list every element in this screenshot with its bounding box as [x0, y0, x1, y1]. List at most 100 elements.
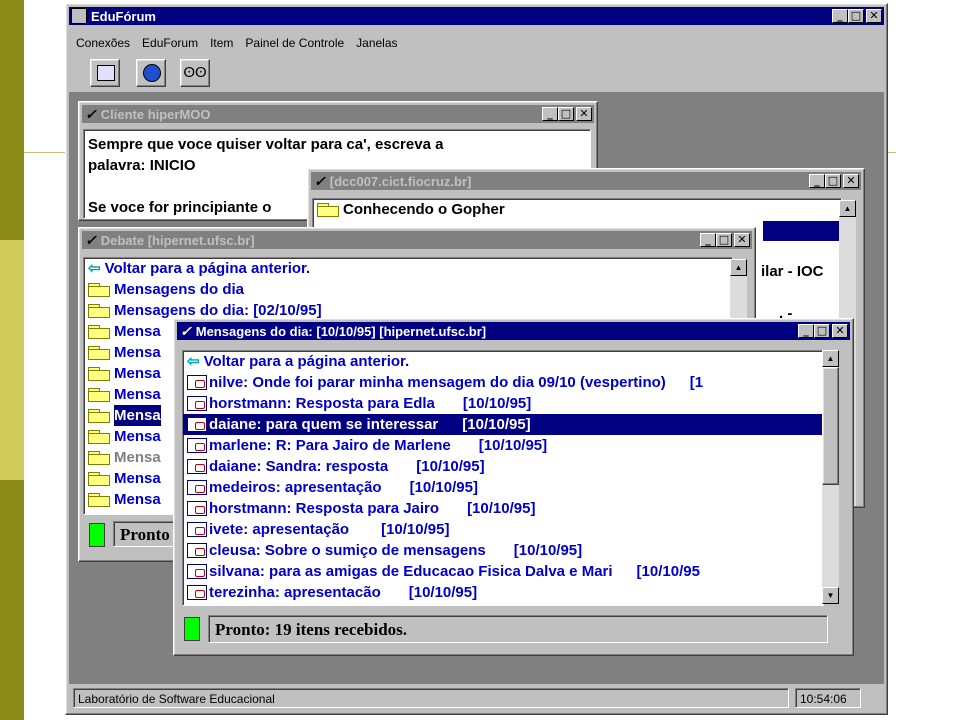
list-item-label: Mensa [114, 386, 161, 403]
message-icon [187, 585, 207, 600]
menu-conexoes[interactable]: Conexões [76, 36, 130, 50]
message-date: [10/10/95] [416, 458, 485, 475]
message-row[interactable]: horstmann: Resposta para Edla [10/10/95] [183, 393, 823, 414]
menu-painel[interactable]: Painel de Controle [245, 36, 344, 50]
maximize-button[interactable]: □ [848, 9, 864, 23]
folder-icon [88, 283, 110, 297]
minimize-button[interactable]: _ [809, 174, 825, 188]
message-text: marlene: R: Para Jairo de Marlene [209, 437, 451, 454]
menu-bar: Conexões EduForum Item Painel de Control… [76, 36, 398, 50]
list-item-label: Mensa [114, 344, 161, 361]
message-row[interactable]: ivete: apresentação [10/10/95] [183, 519, 823, 540]
messages-list[interactable]: ⇦ Voltar para a página anterior. nilve: O… [182, 350, 824, 606]
back-link[interactable]: ⇦ Voltar para a página anterior. [183, 351, 823, 372]
list-item[interactable]: Conhecendo o Gopher [313, 199, 841, 220]
messages-status-text: Pronto: 19 itens recebidos. [208, 615, 828, 643]
check-icon: ✓ [314, 172, 326, 189]
close-button[interactable]: ✕ [734, 233, 750, 247]
network-button[interactable] [90, 59, 120, 87]
scroll-up-button[interactable]: ▲ [839, 200, 856, 217]
close-button[interactable]: ✕ [832, 324, 848, 338]
gopher-titlebar[interactable]: ✓ [dcc007.cict.fiocruz.br] _ □ ✕ [311, 172, 861, 190]
list-item-label: Mensagens do dia [114, 281, 245, 298]
message-date: [10/10/95] [381, 521, 450, 538]
message-icon [187, 375, 207, 390]
scroll-up-button[interactable]: ▲ [730, 259, 747, 276]
moo-line: Sempre que voce quiser voltar para ca', … [88, 136, 444, 153]
network-icon [97, 65, 115, 81]
close-button[interactable]: ✕ [843, 174, 859, 188]
scroll-up-button[interactable]: ▲ [822, 350, 839, 367]
status-indicator [89, 523, 105, 547]
message-date: [10/10/95] [409, 479, 478, 496]
check-icon: ✓ [180, 322, 192, 339]
messages-title: Mensagens do dia: [10/10/95] [hipernet.u… [195, 323, 487, 339]
message-text: silvana: para as amigas de Educacao Fisi… [209, 563, 613, 580]
message-text: horstmann: Resposta para Edla [209, 395, 435, 412]
minimize-button[interactable]: _ [542, 107, 558, 121]
message-text: nilve: Onde foi parar minha mensagem do … [209, 374, 666, 391]
message-row[interactable]: medeiros: apresentação [10/10/95] [183, 477, 823, 498]
minimize-button[interactable]: _ [700, 233, 716, 247]
app-status-clock: 10:54:06 [795, 688, 861, 708]
back-link[interactable]: ⇦ Voltar para a página anterior. [84, 258, 732, 279]
message-icon [187, 522, 207, 537]
list-item-label: Mensa [114, 470, 161, 487]
messages-scrollbar[interactable]: ▲ ▼ [822, 350, 839, 604]
message-row[interactable]: daiane: Sandra: resposta [10/10/95] [183, 456, 823, 477]
list-item-label: Conhecendo o Gopher [343, 201, 505, 218]
back-arrow-icon: ⇦ [187, 353, 200, 370]
message-row[interactable]: silvana: para as amigas de Educacao Fisi… [183, 561, 823, 582]
list-item-label: Mensa [114, 323, 161, 340]
menu-eduforum[interactable]: EduForum [142, 36, 198, 50]
minimize-button[interactable]: _ [798, 324, 814, 338]
maximize-button[interactable]: □ [814, 324, 830, 338]
message-row[interactable]: horstmann: Resposta para Jairo [10/10/95] [183, 498, 823, 519]
glasses-button[interactable]: ʘʘ [180, 59, 210, 87]
message-date: [10/10/95] [408, 584, 478, 601]
maximize-button[interactable]: □ [716, 233, 732, 247]
message-icon [187, 459, 207, 474]
message-text: cleusa: Sobre o sumiço de mensagens [209, 542, 486, 559]
debate-title: Debate [hipernet.ufsc.br] [100, 232, 255, 248]
moo-titlebar[interactable]: ✓ Cliente hiperMOO _ □ ✕ [82, 105, 594, 123]
list-item[interactable]: Mensagens do dia [84, 279, 732, 300]
message-text: ivete: apresentação [209, 521, 350, 538]
minimize-button[interactable]: _ [832, 9, 848, 23]
debate-titlebar[interactable]: ✓ Debate [hipernet.ufsc.br] _ □ ✕ [82, 231, 752, 249]
folder-icon [88, 409, 110, 423]
message-row[interactable]: nilve: Onde foi parar minha mensagem do … [183, 372, 823, 393]
app-titlebar[interactable]: EduFórum _ □ ✕ [69, 7, 884, 25]
gopher-selected-row[interactable] [763, 221, 841, 241]
maximize-button[interactable]: □ [558, 107, 574, 121]
menu-item[interactable]: Item [210, 36, 233, 50]
menu-janelas[interactable]: Janelas [356, 36, 397, 50]
status-indicator [184, 617, 200, 641]
message-row[interactable]: terezinha: apresentacão [10/10/95] [183, 582, 823, 603]
message-date: [1 [689, 374, 704, 391]
close-button[interactable]: ✕ [576, 107, 592, 121]
message-icon [187, 564, 207, 579]
folder-icon [88, 430, 110, 444]
message-icon [187, 438, 207, 453]
globe-button[interactable] [136, 59, 166, 87]
messages-titlebar[interactable]: ✓ Mensagens do dia: [10/10/95] [hipernet… [177, 322, 850, 340]
globe-icon [143, 64, 161, 82]
messages-window: ✓ Mensagens do dia: [10/10/95] [hipernet… [173, 318, 854, 656]
message-date: [10/10/95] [467, 500, 536, 517]
message-text: daiane: para quem se interessar [209, 416, 439, 433]
app-icon [71, 8, 87, 24]
scroll-thumb[interactable] [822, 367, 839, 485]
list-item-label: Mensa [114, 491, 161, 508]
folder-icon [88, 325, 110, 339]
message-icon [187, 480, 207, 495]
folder-icon [88, 367, 110, 381]
gopher-partial-text: ilar - IOC [761, 263, 824, 280]
message-row[interactable]: marlene: R: Para Jairo de Marlene [10/10/… [183, 435, 823, 456]
close-button[interactable]: ✕ [866, 9, 882, 23]
maximize-button[interactable]: □ [825, 174, 841, 188]
gopher-title: [dcc007.cict.fiocruz.br] [329, 173, 472, 189]
message-row[interactable]: cleusa: Sobre o sumiço de mensagens [10/1… [183, 540, 823, 561]
message-row[interactable]: daiane: para quem se interessar [10/10/95… [183, 414, 823, 435]
scroll-down-button[interactable]: ▼ [822, 587, 839, 604]
